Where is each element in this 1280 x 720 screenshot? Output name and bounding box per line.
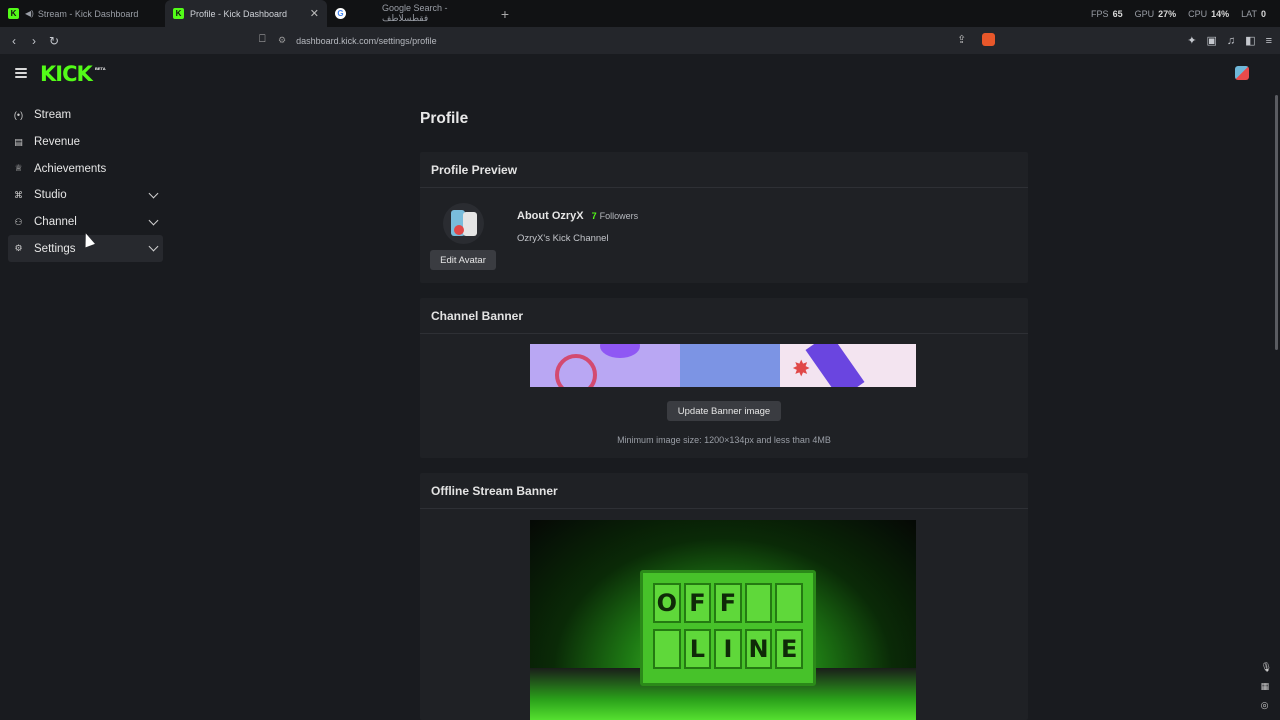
user-avatar[interactable] [1235,66,1249,80]
gear-icon: ⚙ [14,243,23,254]
trophy-icon: ♕ [14,163,23,174]
update-banner-button[interactable]: Update Banner image [667,401,781,421]
forward-icon[interactable]: › [24,34,44,48]
music-icon[interactable]: ♫ [1227,35,1235,47]
broadcast-icon: (•) [13,110,24,121]
save-icon[interactable]: ▦ [1261,681,1272,692]
microphone-icon[interactable]: 🎙 [1261,662,1272,673]
url-field[interactable]: ⚙ dashboard.kick.com/settings/profile [278,31,1000,50]
extensions-icon[interactable]: ✦ [1187,34,1196,47]
channel-bio: OzryX's Kick Channel [517,233,609,244]
menu-icon[interactable]: ≡ [1266,35,1272,47]
sidebar-item-label: Achievements [34,162,107,175]
back-icon[interactable]: ‹ [4,34,24,48]
studio-icon: ⌘ [14,189,23,200]
kick-favicon-icon: K [8,8,19,19]
sidebar-item-label: Channel [34,216,77,229]
sidebar-item-label: Stream [34,109,72,122]
chevron-down-icon[interactable] [148,188,159,199]
sidebar-item-label: Revenue [34,136,81,149]
followers-count: 7 [591,211,597,221]
channel-banner-card: Channel Banner ✸ Update Banner image Min… [420,298,1028,458]
brave-shield-icon[interactable] [982,33,995,46]
page-scrollbar[interactable] [1275,95,1278,350]
sign-cell: E [775,629,803,669]
sidebar-item-revenue[interactable]: ▤ Revenue [8,129,163,156]
sidebar-item-achievements[interactable]: ♕ Achievements [8,155,163,182]
site-settings-icon[interactable]: ⚙ [278,35,286,46]
card-heading: Profile Preview [420,152,1028,188]
share-icon[interactable]: ⇪ [957,33,966,46]
bookmark-icon[interactable]: ⎕ [259,33,266,46]
sign-cell: N [744,629,773,669]
tab-title: Google Search - فقطسلاطف [382,3,448,23]
cpu-label: CPU [1188,8,1208,19]
sign-cell [744,583,773,623]
sidebar-item-channel[interactable]: ⚇ Channel [8,209,163,236]
fps-value: 65 [1112,8,1123,19]
wallet-icon: ▤ [14,136,23,147]
tab-stream[interactable]: K ◀) Stream - Kick Dashboard [0,0,165,27]
followers-label: Followers [599,211,639,221]
about-heading: About OzryX 7 Followers [517,210,638,222]
lat-value: 0 [1260,8,1266,19]
settings-dial-icon[interactable]: ◎ [1261,700,1272,711]
performance-stats: FPS 65 GPU 27% CPU 14% LAT 0 [1091,0,1266,27]
reload-icon[interactable]: ↻ [44,34,64,48]
url-text: dashboard.kick.com/settings/profile [296,35,437,46]
browser-tabbar: K ◀) Stream - Kick Dashboard K Profile -… [0,0,1280,27]
new-tab-icon[interactable]: + [495,6,515,22]
page-title: Profile [420,110,469,127]
banner-size-hint: Minimum image size: 1200×134px and less … [617,435,831,445]
hamburger-menu-icon[interactable] [15,68,27,78]
beta-badge: BETA [95,66,106,71]
sign-cell: F [714,583,742,623]
sign-cell: I [714,629,742,669]
avatar [443,203,484,244]
sidebar-item-label: Settings [34,242,76,255]
channel-icon: ⚇ [14,216,23,227]
fps-label: FPS [1091,8,1109,19]
sign-cell: F [683,583,712,623]
kick-favicon-icon: K [173,8,184,19]
card-heading: Offline Stream Banner [420,473,1028,509]
about-name: About OzryX [517,210,584,222]
sign-cell: L [683,629,712,669]
tab-title: Profile - Kick Dashboard [190,8,288,19]
sign-cell [775,583,803,623]
side-tools: 🎙 ▦ ◎ [1261,662,1272,711]
sidebar-item-label: Studio [34,189,67,202]
tab-title: Stream - Kick Dashboard [37,8,139,19]
sign-cell [653,629,681,669]
gpu-value: 27% [1158,8,1177,19]
close-tab-icon[interactable]: ✕ [310,7,319,20]
cpu-value: 14% [1211,8,1230,19]
sidebar-item-studio[interactable]: ⌘ Studio [8,182,163,209]
wallet-icon[interactable]: ▣ [1207,34,1217,47]
gpu-label: GPU [1134,8,1155,19]
card-heading: Channel Banner [420,298,1028,334]
sidebar-toggle-icon[interactable]: ◧ [1245,34,1255,47]
tab-profile[interactable]: K Profile - Kick Dashboard ✕ [165,0,327,27]
edit-avatar-button[interactable]: Edit Avatar [430,250,496,270]
speaker-icon[interactable]: ◀) [25,9,34,18]
offline-sign: O F F L I N E [640,570,816,686]
sign-cell: O [653,583,681,623]
tab-google[interactable]: G Google Search - فقطسلاطف [327,0,495,27]
lat-label: LAT [1241,8,1257,19]
browser-address-bar: ‹ › ↻ ⎕ ⚙ dashboard.kick.com/settings/pr… [0,27,1280,54]
chevron-down-icon[interactable] [148,215,159,226]
profile-preview-card: Profile Preview Edit Avatar About OzryX … [420,152,1028,283]
offline-banner-image: O F F L I N E [530,520,916,720]
offline-banner-card: Offline Stream Banner O F F L I N E [420,473,1028,720]
kick-logo[interactable]: KICK [40,62,93,86]
channel-banner-image: ✸ [530,344,916,387]
google-favicon-icon: G [335,8,346,19]
browser-toolbar-icons: ✦ ▣ ♫ ◧ ≡ [1187,27,1272,54]
chevron-down-icon[interactable] [148,241,159,252]
sidebar-item-stream[interactable]: (•) Stream [8,102,163,129]
